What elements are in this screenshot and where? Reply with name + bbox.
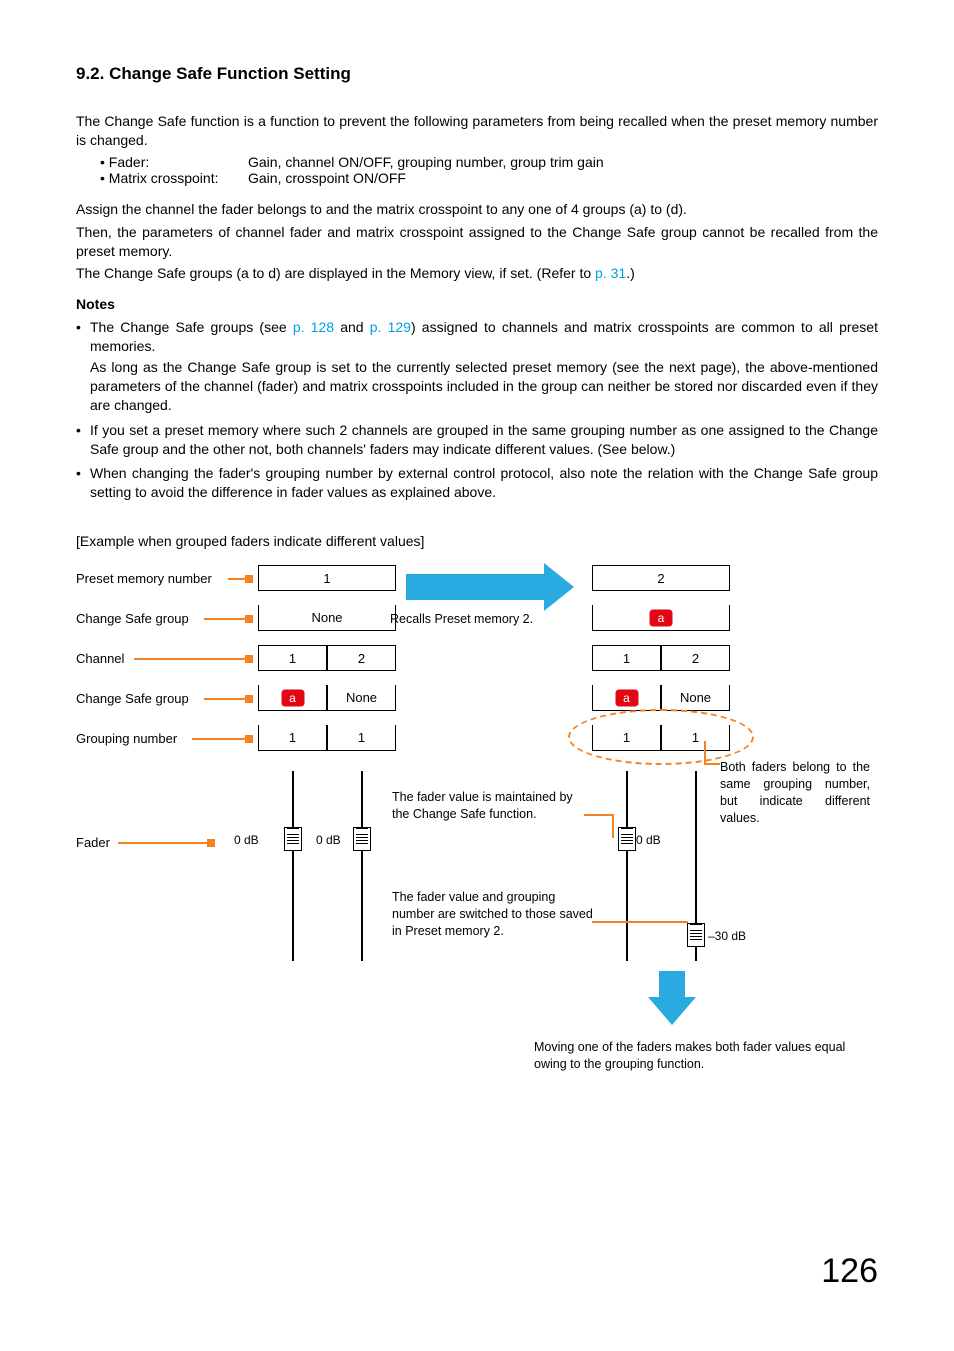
footer-note: Moving one of the faders makes both fade… — [534, 1039, 874, 1073]
box-ch-right-1: 1 — [592, 645, 661, 671]
recall-text: Recalls Preset memory 2. — [390, 611, 590, 628]
example-caption: [Example when grouped faders indicate di… — [76, 532, 878, 551]
def-key: • Matrix crosspoint: — [100, 170, 248, 186]
badge-a: a — [650, 610, 672, 626]
note-item-1: The Change Safe groups (see p. 128 and p… — [76, 318, 878, 414]
box-safe-ch-right-1: a — [592, 685, 661, 711]
page-link-129[interactable]: p. 129 — [370, 319, 411, 335]
def-key: • Fader: — [100, 154, 248, 170]
annot-switched: The fader value and grouping number are … — [392, 889, 598, 940]
def-val: Gain, channel ON/OFF, grouping number, g… — [248, 154, 604, 170]
fader-value: 0 dB — [636, 833, 661, 847]
box-preset-right: 2 — [592, 565, 730, 591]
leader — [192, 738, 252, 740]
note-subtext: As long as the Change Safe group is set … — [90, 358, 878, 415]
page-link-31[interactable]: p. 31 — [595, 265, 626, 281]
definition-fader: • Fader: Gain, channel ON/OFF, grouping … — [76, 154, 878, 170]
leader — [228, 578, 252, 580]
box-preset-left: 1 — [258, 565, 396, 591]
connector — [704, 741, 706, 765]
text: and — [334, 319, 370, 335]
fader-knob — [687, 923, 705, 947]
notes-heading: Notes — [76, 295, 878, 314]
page-link-128[interactable]: p. 128 — [293, 319, 334, 335]
box-safe-right: a — [592, 605, 730, 631]
leader — [118, 842, 214, 844]
text: The Change Safe groups (see — [90, 319, 293, 335]
annot-both-faders: Both faders belong to the same grouping … — [720, 759, 870, 827]
box-grp-left-1: 1 — [258, 725, 327, 751]
fader-track — [292, 771, 294, 961]
connector — [706, 763, 720, 765]
definition-matrix: • Matrix crosspoint: Gain, crosspoint ON… — [76, 170, 878, 186]
fader-knob — [284, 827, 302, 851]
notes-list: The Change Safe groups (see p. 128 and p… — [76, 318, 878, 502]
box-safe-left: None — [258, 605, 396, 631]
box-grp-left-2: 1 — [327, 725, 396, 751]
fader-knob — [353, 827, 371, 851]
paragraph-display: The Change Safe groups (a to d) are disp… — [76, 264, 878, 283]
badge-a: a — [282, 690, 304, 706]
fader-track — [361, 771, 363, 961]
row-label-fader: Fader — [76, 835, 110, 850]
annot-maintained: The fader value is maintained by the Cha… — [392, 789, 592, 823]
connector — [584, 814, 614, 816]
section-heading: 9.2. Change Safe Function Setting — [76, 64, 878, 84]
connector — [612, 814, 614, 838]
row-label-preset: Preset memory number — [76, 571, 212, 586]
row-label-safe-group-2: Change Safe group — [76, 691, 189, 706]
text: .) — [626, 265, 635, 281]
box-safe-ch-left-1: a — [258, 685, 327, 711]
fader-value: 0 dB — [316, 833, 341, 847]
paragraph-then: Then, the parameters of channel fader an… — [76, 223, 878, 261]
row-label-channel: Channel — [76, 651, 124, 666]
example-diagram: Preset memory number Change Safe group C… — [76, 571, 878, 1081]
leader — [134, 658, 252, 660]
fader-value: –30 dB — [708, 929, 746, 943]
fader-knob — [618, 827, 636, 851]
box-safe-ch-right-2: None — [661, 685, 730, 711]
leader — [204, 618, 252, 620]
box-ch-left-1: 1 — [258, 645, 327, 671]
fader-track — [695, 771, 697, 961]
paragraph-assign: Assign the channel the fader belongs to … — [76, 200, 878, 219]
box-safe-ch-left-2: None — [327, 685, 396, 711]
text: The Change Safe groups (a to d) are disp… — [76, 265, 595, 281]
box-ch-left-2: 2 — [327, 645, 396, 671]
ellipse-highlight — [568, 709, 754, 765]
def-val: Gain, crosspoint ON/OFF — [248, 170, 406, 186]
intro-paragraph: The Change Safe function is a function t… — [76, 112, 878, 150]
page-number: 126 — [821, 1252, 878, 1291]
box-ch-right-2: 2 — [661, 645, 730, 671]
note-item-2: If you set a preset memory where such 2 … — [76, 421, 878, 459]
row-label-safe-group: Change Safe group — [76, 611, 189, 626]
note-item-3: When changing the fader's grouping numbe… — [76, 464, 878, 502]
fader-track — [626, 771, 628, 961]
badge-a: a — [616, 690, 638, 706]
fader-value: 0 dB — [234, 833, 259, 847]
row-label-grouping: Grouping number — [76, 731, 177, 746]
leader — [204, 698, 252, 700]
connector — [592, 921, 688, 923]
